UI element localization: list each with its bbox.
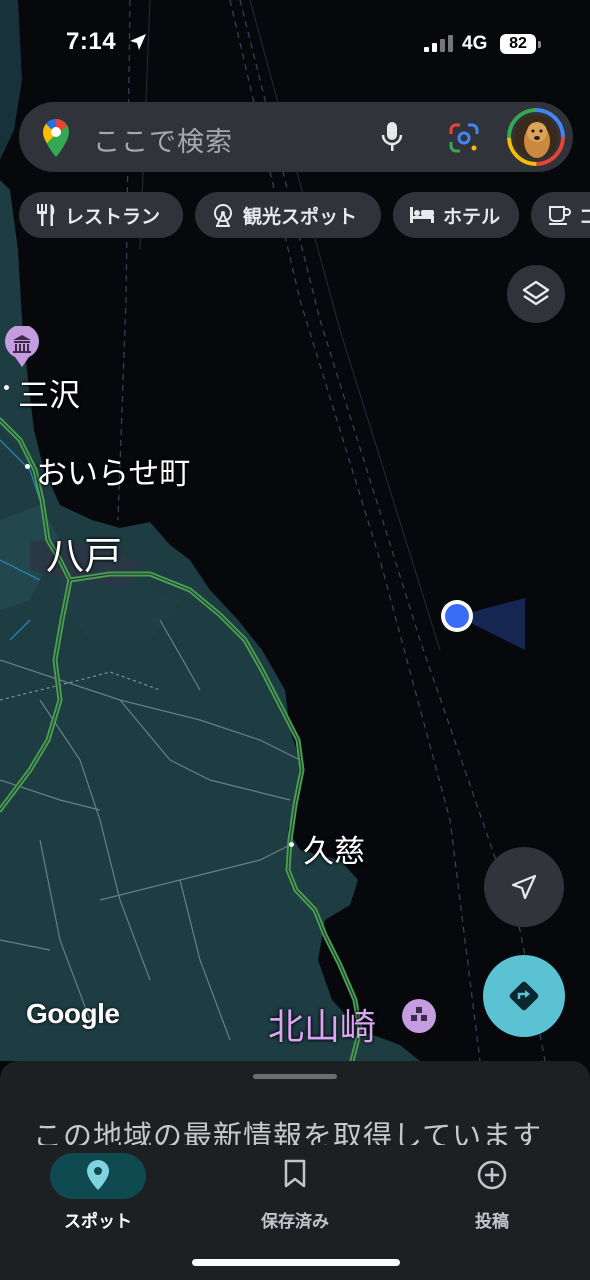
place-label-misawa[interactable]: 三沢 bbox=[18, 370, 80, 415]
nav-label-contribute: 投稿 bbox=[475, 1212, 509, 1232]
search-input[interactable]: ここで検索 bbox=[93, 120, 233, 159]
place-label-kuji[interactable]: 久慈 bbox=[303, 826, 365, 871]
status-bar: 7:14 4G 82 bbox=[0, 0, 590, 90]
microphone-icon[interactable] bbox=[379, 120, 405, 154]
place-dot bbox=[4, 385, 9, 390]
chip-restaurant[interactable]: レストラン bbox=[19, 192, 183, 238]
place-dot bbox=[289, 842, 294, 847]
network-type: 4G bbox=[462, 33, 488, 54]
nav-label-explore: スポット bbox=[64, 1212, 132, 1232]
add-circle-icon bbox=[477, 1160, 507, 1190]
directions-icon bbox=[509, 981, 539, 1011]
scenic-poi-icon[interactable] bbox=[401, 998, 437, 1038]
nav-label-saved: 保存済み bbox=[261, 1212, 329, 1232]
location-services-icon bbox=[130, 34, 146, 50]
google-maps-icon bbox=[43, 119, 69, 157]
ferris-wheel-icon bbox=[214, 204, 232, 227]
place-dot bbox=[25, 464, 30, 469]
directions-button[interactable] bbox=[483, 955, 565, 1037]
home-indicator bbox=[192, 1259, 400, 1266]
place-label-kitayamazaki[interactable]: 北山崎 bbox=[268, 998, 376, 1050]
battery-icon bbox=[538, 41, 541, 48]
place-label-oirase[interactable]: おいらせ町 bbox=[36, 448, 190, 493]
battery-level: 82 bbox=[500, 34, 536, 54]
google-lens-icon[interactable] bbox=[447, 122, 481, 154]
chip-sightseeing-label: 観光スポット bbox=[243, 205, 358, 228]
navigation-arrow-icon bbox=[511, 874, 537, 900]
chip-sightseeing[interactable]: 観光スポット bbox=[195, 192, 381, 238]
layers-button[interactable] bbox=[507, 265, 565, 323]
cellular-signal-icon bbox=[424, 35, 453, 52]
sheet-drag-handle[interactable] bbox=[253, 1074, 337, 1079]
nav-tab-saved[interactable]: 保存済み bbox=[197, 1145, 393, 1245]
chip-restaurant-label: レストラン bbox=[65, 205, 161, 228]
restaurant-icon bbox=[37, 204, 55, 226]
bed-icon bbox=[410, 207, 434, 223]
google-attribution: Google bbox=[26, 998, 120, 1029]
museum-poi-icon[interactable] bbox=[4, 326, 40, 368]
layers-icon bbox=[522, 280, 550, 306]
chip-hotel[interactable]: ホテル bbox=[393, 192, 519, 238]
chip-cafe[interactable]: コ bbox=[531, 192, 590, 238]
coffee-icon bbox=[549, 206, 571, 225]
chip-cafe-label: コ bbox=[579, 205, 590, 228]
nav-tab-contribute[interactable]: 投稿 bbox=[394, 1145, 590, 1245]
bookmark-icon bbox=[284, 1159, 306, 1188]
location-pin-icon bbox=[87, 1160, 109, 1190]
search-bar[interactable]: ここで検索 bbox=[19, 102, 573, 172]
profile-avatar[interactable] bbox=[507, 108, 565, 166]
nav-tab-explore[interactable]: スポット bbox=[0, 1145, 196, 1245]
chip-hotel-label: ホテル bbox=[443, 205, 501, 228]
category-chips: レストラン 観光スポット ホテル コ bbox=[19, 192, 590, 240]
place-label-hachinohe[interactable]: 八戸 bbox=[46, 525, 122, 580]
my-location-button[interactable] bbox=[484, 847, 564, 927]
status-time: 7:14 bbox=[66, 28, 117, 55]
